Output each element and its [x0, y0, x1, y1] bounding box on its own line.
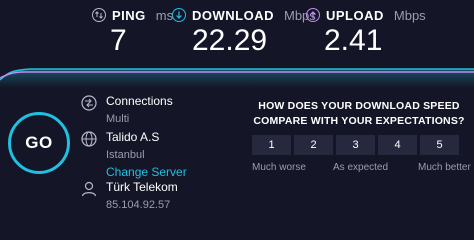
- ping-unit: ms: [155, 7, 174, 23]
- server-info: Talido A.S Istanbul Change Server: [80, 130, 187, 180]
- rating-1-button[interactable]: 1: [252, 135, 291, 155]
- provider-info: Türk Telekom 85.104.92.57: [80, 180, 178, 213]
- download-label: DOWNLOAD: [192, 7, 274, 23]
- rating-4-button[interactable]: 4: [378, 135, 417, 155]
- upload-icon: [306, 8, 320, 22]
- server-name: Talido A.S: [106, 130, 160, 144]
- rating-options: 1 2 3 4 5: [252, 135, 459, 155]
- connections-value: Multi: [106, 113, 130, 125]
- go-button[interactable]: GO: [8, 112, 70, 174]
- ping-icon: [92, 8, 106, 22]
- user-icon: [80, 180, 98, 213]
- connections-icon: [80, 94, 98, 127]
- download-stat: DOWNLOAD Mbps 22.29: [172, 6, 316, 57]
- download-icon: [172, 8, 186, 22]
- upload-label: UPLOAD: [326, 7, 384, 23]
- provider-ip: 85.104.92.57: [106, 199, 171, 211]
- server-location: Istanbul: [106, 149, 145, 161]
- ping-stat: PING ms 7: [92, 6, 173, 57]
- rating-5-button[interactable]: 5: [420, 135, 459, 155]
- ping-label: PING: [112, 7, 146, 23]
- scale-mid-label: As expected: [333, 162, 389, 173]
- rating-2-button[interactable]: 2: [294, 135, 333, 155]
- ping-value: 7: [110, 24, 127, 57]
- connections-label: Connections: [106, 94, 173, 108]
- survey-question: HOW DOES YOUR DOWNLOAD SPEED COMPARE WIT…: [253, 100, 465, 127]
- provider-name: Türk Telekom: [106, 180, 178, 194]
- connections-info: Connections Multi: [80, 94, 173, 127]
- upload-value: 2.41: [324, 24, 383, 57]
- globe-icon: [80, 130, 98, 180]
- scale-high-label: Much better: [418, 162, 471, 173]
- download-value: 22.29: [192, 24, 268, 57]
- speed-graph: [0, 68, 474, 88]
- upload-stat: UPLOAD Mbps 2.41: [306, 6, 426, 57]
- upload-unit: Mbps: [393, 7, 426, 23]
- scale-low-label: Much worse: [252, 162, 306, 173]
- rating-3-button[interactable]: 3: [336, 135, 375, 155]
- change-server-link[interactable]: Change Server: [106, 165, 187, 180]
